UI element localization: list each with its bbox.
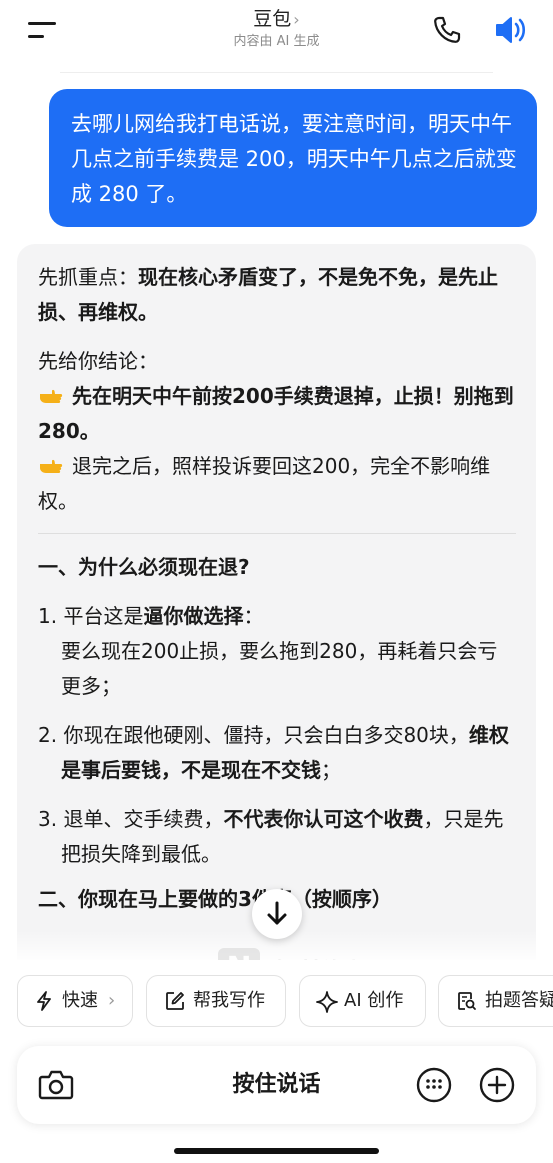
- search-doc-icon: [458, 992, 476, 1010]
- section-1-heading: 一、为什么必须现在退?: [38, 555, 250, 579]
- reason-2-a: 2. 你现在跟他硬刚、僵持，只会白白多交80块，: [38, 723, 469, 747]
- pointing-hand-icon: [40, 389, 63, 403]
- reason-item-3: 3. 退单、交手续费，不代表你认可这个收费，只是先把损失降到最低。: [38, 802, 516, 872]
- chip-fast[interactable]: 快速 ›: [17, 975, 133, 1027]
- reason-2-c: ；: [321, 758, 341, 782]
- reason-3-b: 不代表你认可这个收费: [223, 807, 424, 831]
- edit-icon: [166, 992, 184, 1010]
- chip-photo-question-label: 拍题答疑: [485, 990, 553, 1011]
- header: 豆包 › 内容由 AI 生成: [0, 0, 553, 72]
- chip-ai-create-label: AI 创作: [344, 990, 404, 1011]
- home-indicator[interactable]: [174, 1148, 379, 1154]
- pointing-hand-icon: [40, 459, 63, 473]
- reason-1-a: 1. 平台这是: [38, 604, 144, 628]
- chevron-right-icon: ›: [293, 10, 300, 29]
- chip-photo-question[interactable]: 拍题答疑: [438, 975, 553, 1027]
- chip-writing[interactable]: 帮我写作: [146, 975, 286, 1027]
- sparkle-icon: [316, 991, 338, 1013]
- hold-to-talk-button[interactable]: 按住说话: [17, 1046, 536, 1124]
- user-message-text: 去哪儿网给我打电话说，要注意时间，明天中午几点之前手续费是 200，明天中午几点…: [71, 112, 517, 206]
- reason-item-2: 2. 你现在跟他硬刚、僵持，只会白白多交80块，维权是事后要钱，不是现在不交钱；: [38, 718, 516, 788]
- content-divider: [38, 533, 516, 534]
- chip-fast-label: 快速: [62, 990, 98, 1011]
- user-message-bubble[interactable]: 去哪儿网给我打电话说，要注意时间，明天中午几点之前手续费是 200，明天中午几点…: [49, 89, 537, 227]
- ai-disclaimer: 内容由 AI 生成: [233, 34, 320, 49]
- phone-icon[interactable]: [432, 15, 462, 45]
- plus-icon[interactable]: [478, 1066, 516, 1104]
- header-divider: [60, 72, 493, 73]
- conclusion-item-1: 先在明天中午前按200手续费退掉，止损！别拖到280。: [38, 379, 516, 449]
- title-text: 豆包: [253, 8, 292, 30]
- lightning-icon: [37, 991, 51, 1011]
- keypad-icon[interactable]: [415, 1066, 453, 1104]
- conclusion-label: 先给你结论：: [38, 349, 158, 373]
- chevron-right-icon: ›: [108, 990, 116, 1011]
- input-bar: 按住说话: [17, 1046, 536, 1124]
- reason-1-b: 逼你做选择: [143, 604, 244, 628]
- reason-3-a: 3. 退单、交手续费，: [38, 807, 224, 831]
- reason-item-1: 1. 平台这是逼你做选择：: [38, 599, 516, 634]
- scroll-down-button[interactable]: [252, 889, 302, 939]
- conclusion-item-2: 退完之后，照样投诉要回这200，完全不影响维权。: [38, 449, 516, 519]
- chip-writing-label: 帮我写作: [193, 990, 265, 1011]
- speaker-icon[interactable]: [494, 14, 528, 46]
- quick-action-bar: 快速 › 帮我写作 AI 创作 拍题答疑: [0, 960, 553, 1050]
- ai-paragraph-key-point: 先抓重点：现在核心矛盾变了，不是免不免，是先止损、再维权。: [38, 260, 516, 330]
- conclusion-2-text: 退完之后，照样投诉要回这200，完全不影响维权。: [38, 454, 491, 513]
- arrow-down-icon: [267, 901, 287, 925]
- key-point-prefix: 先抓重点：: [38, 265, 138, 289]
- reason-item-1-detail: 要么现在200止损，要么拖到280，再耗着只会亏更多；: [61, 639, 498, 698]
- conclusion-1-text: 先在明天中午前按200手续费退掉，止损！别拖到280。: [38, 384, 514, 443]
- reason-1-c: ：: [243, 604, 264, 628]
- chip-ai-create[interactable]: AI 创作: [299, 975, 426, 1027]
- chat-title[interactable]: 豆包 › 内容由 AI 生成: [0, 6, 553, 51]
